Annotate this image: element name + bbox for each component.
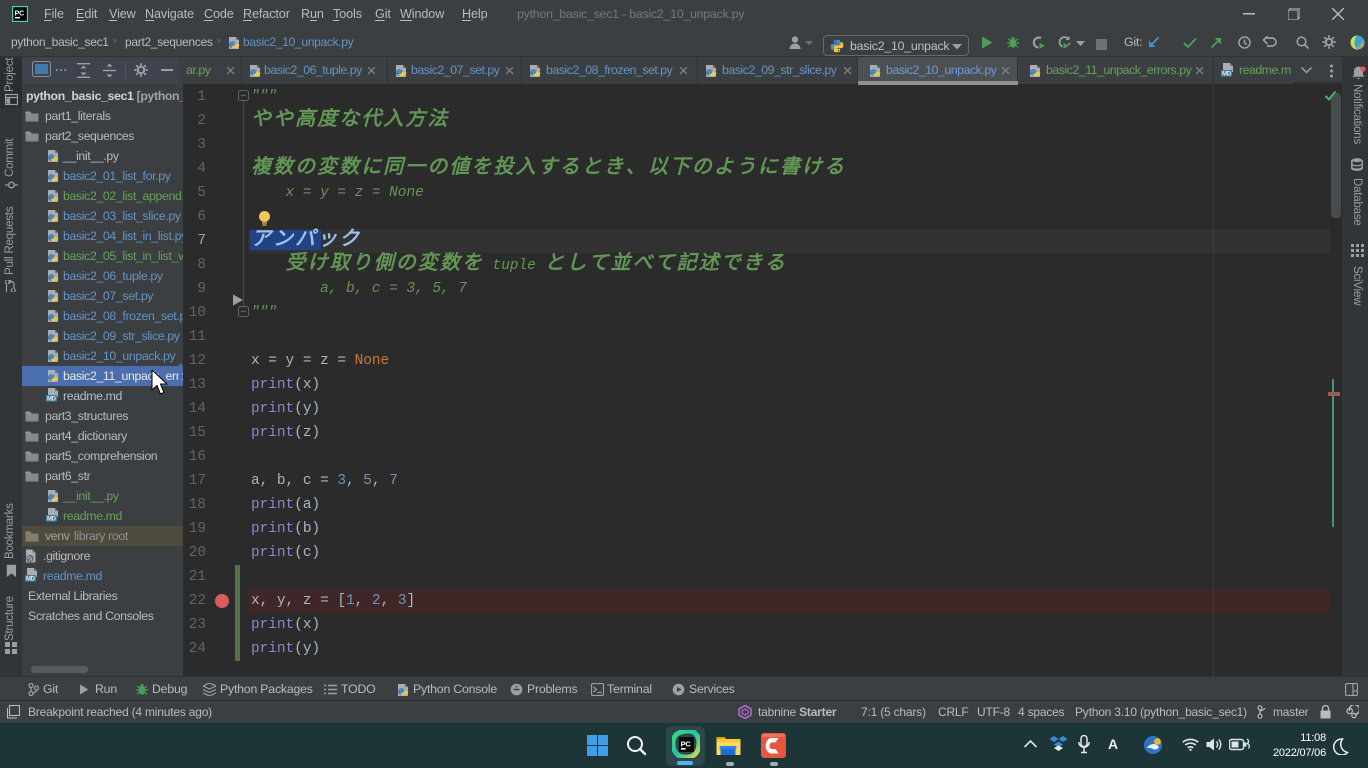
- svg-text:PC: PC: [15, 10, 24, 17]
- svg-text:PC: PC: [681, 739, 692, 748]
